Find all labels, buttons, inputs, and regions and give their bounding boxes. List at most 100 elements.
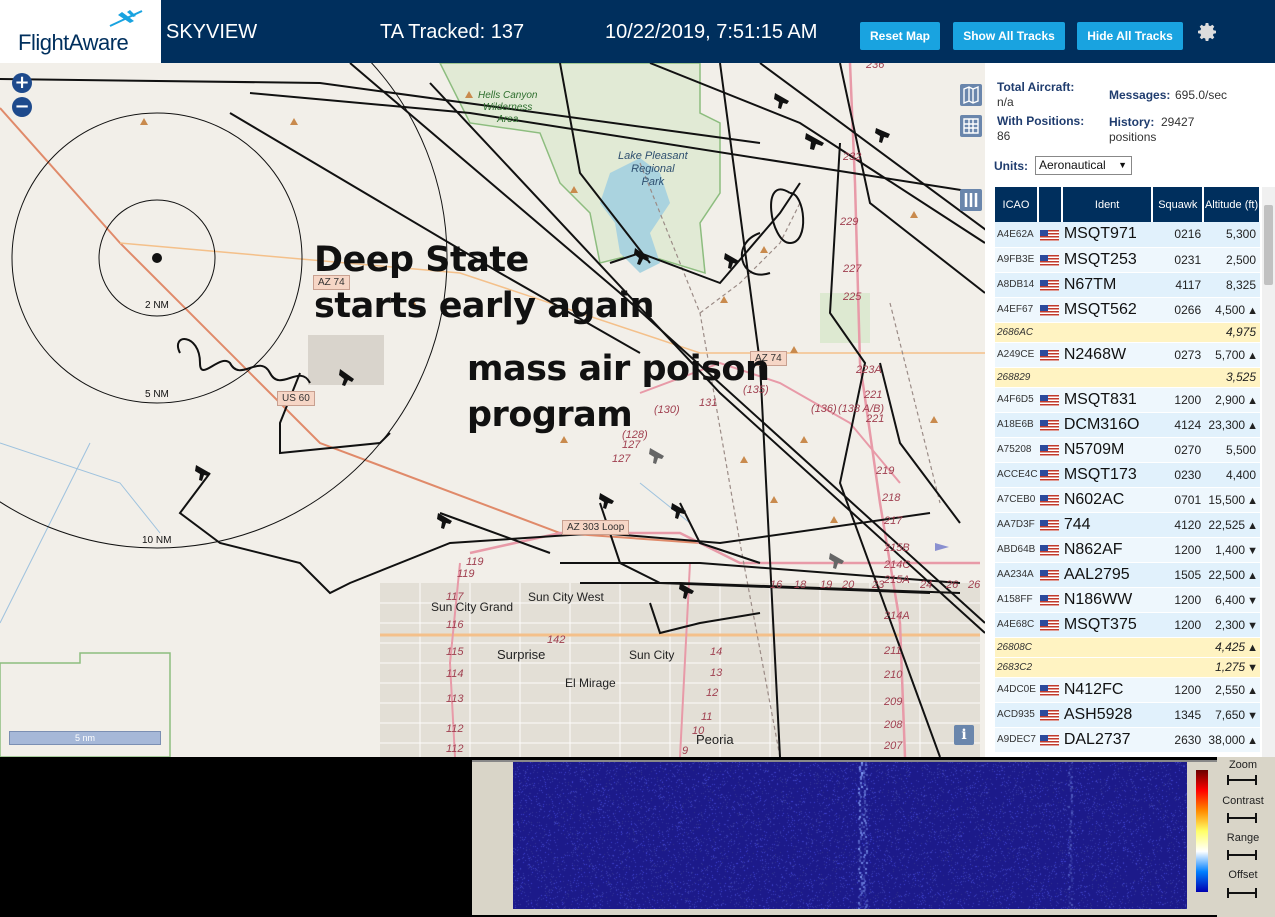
altitude-cell: 8,325: [1203, 272, 1260, 298]
ident-cell: ASH5928: [1061, 702, 1153, 728]
table-row[interactable]: ABD64B N862AF 1200 1,400 ▼: [995, 537, 1260, 563]
table-row[interactable]: A4E68C MSQT375 1200 2,300 ▼: [995, 612, 1260, 638]
place-label-hells-canyon: Hells Canyon Wilderness Area: [478, 90, 538, 125]
table-row[interactable]: A8DB14 N67TM 4117 8,325: [995, 272, 1260, 298]
flag-cell: [1037, 412, 1062, 438]
table-row[interactable]: A18E6B DCM316O 4124 23,300 ▲: [995, 412, 1260, 438]
us-flag-icon: [1040, 229, 1060, 241]
table-row[interactable]: A4F6D5 MSQT831 1200 2,900 ▲: [995, 387, 1260, 413]
history-value: 29427: [1161, 115, 1195, 129]
table-row[interactable]: 268829 3,525: [995, 367, 1260, 388]
flag-cell: [1037, 487, 1062, 513]
info-icon[interactable]: i: [954, 725, 974, 745]
icao-cell: A158FF: [995, 587, 1038, 613]
squawk-cell: 0273: [1152, 342, 1204, 368]
units-select-value: Aeronautical: [1039, 158, 1106, 172]
history-label: History:: [1109, 115, 1155, 129]
columns-icon[interactable]: [960, 189, 982, 211]
range-control-slider[interactable]: [1227, 850, 1257, 860]
route-number: 214C: [884, 559, 911, 571]
table-row[interactable]: A75208 N5709M 0270 5,500: [995, 437, 1260, 463]
map-layers-icon[interactable]: [960, 84, 982, 106]
squawk-cell: 2630: [1152, 727, 1204, 753]
altitude-value: 2,500: [1225, 252, 1256, 267]
messages-value: 695.0/sec: [1175, 88, 1228, 102]
icao-cell: 268829: [995, 367, 1038, 388]
table-row[interactable]: 2683C2 1,275 ▼: [995, 657, 1260, 678]
table-row[interactable]: A4E62A MSQT971 0216 5,300: [995, 222, 1260, 248]
altitude-value: 6,400: [1215, 592, 1246, 607]
ident-cell: N412FC: [1061, 677, 1153, 703]
icao-cell: 26808C: [995, 637, 1038, 658]
squawk-cell: [1152, 637, 1204, 658]
ident-cell: [1061, 322, 1153, 343]
units-select[interactable]: Aeronautical ▼: [1035, 156, 1132, 175]
squawk-cell: 1505: [1152, 562, 1204, 588]
place-label-sun-city-west: Sun City West: [528, 590, 604, 604]
zoom-out-button[interactable]: −: [12, 97, 32, 117]
icao-cell: 2683C2: [995, 657, 1038, 678]
zoom-control-slider[interactable]: [1227, 775, 1257, 785]
table-row[interactable]: AA7D3F 744 4120 22,525 ▲: [995, 512, 1260, 538]
map-view[interactable]: Hells Canyon Wilderness Area Lake Pleasant…: [0, 63, 985, 757]
ident-cell: N2468W: [1061, 342, 1153, 368]
range-ring-label: 10 NM: [142, 535, 172, 546]
flag-cell: [1037, 537, 1062, 563]
ident-cell: MSQT253: [1061, 247, 1153, 273]
reset-map-button[interactable]: Reset Map: [860, 22, 940, 50]
column-header-altitude[interactable]: Altitude (ft): [1203, 187, 1261, 222]
column-header-icao[interactable]: ICAO: [995, 187, 1039, 222]
column-header-ident[interactable]: Ident: [1061, 187, 1154, 222]
altitude-cell: 5,300: [1203, 222, 1260, 248]
history-unit: positions: [1109, 130, 1157, 144]
altitude-cell: 5,500: [1203, 437, 1260, 463]
column-header-flag[interactable]: [1037, 187, 1063, 222]
zoom-in-button[interactable]: +: [12, 73, 32, 93]
altitude-trend-icon: ▲: [1247, 304, 1258, 317]
table-scrollbar-thumb[interactable]: [1264, 205, 1273, 285]
ident-cell: 744: [1061, 512, 1153, 538]
table-row[interactable]: A249CE N2468W 0273 5,700 ▲: [995, 342, 1260, 368]
table-row[interactable]: A7CEB0 N602AC 0701 15,500 ▲: [995, 487, 1260, 513]
icao-cell: ABD64B: [995, 537, 1038, 563]
table-row[interactable]: A9FB3E MSQT253 0231 2,500: [995, 247, 1260, 273]
squawk-cell: 1200: [1152, 587, 1204, 613]
us-flag-icon: [1040, 494, 1060, 506]
table-row[interactable]: 26808C 4,425 ▲: [995, 637, 1260, 658]
altitude-cell: 6,400 ▼: [1203, 587, 1260, 613]
road-shield: AZ 303 Loop: [562, 520, 630, 535]
table-row[interactable]: A4DC0E N412FC 1200 2,550 ▲: [995, 677, 1260, 703]
grid-overlay-icon[interactable]: [960, 115, 982, 137]
table-row[interactable]: A9DEC7 DAL2737 2630 38,000 ▲: [995, 727, 1260, 753]
flag-cell: [1037, 612, 1062, 638]
offset-control-slider[interactable]: [1227, 888, 1257, 898]
us-flag-icon: [1040, 419, 1060, 431]
table-row[interactable]: A4EF67 MSQT562 0266 4,500 ▲: [995, 297, 1260, 323]
show-all-tracks-button[interactable]: Show All Tracks: [953, 22, 1065, 50]
waterfall-spectrum[interactable]: [513, 762, 1187, 909]
flag-cell: [1037, 657, 1062, 678]
squawk-cell: 4120: [1152, 512, 1204, 538]
altitude-trend-icon: ▼: [1247, 594, 1258, 607]
altitude-cell: 3,525: [1203, 367, 1260, 388]
column-header-squawk[interactable]: Squawk: [1152, 187, 1205, 222]
table-row[interactable]: 2686AC 4,975: [995, 322, 1260, 343]
table-row[interactable]: ACD935 ASH5928 1345 7,650 ▼: [995, 702, 1260, 728]
altitude-cell: 22,525 ▲: [1203, 512, 1260, 538]
icao-cell: A18E6B: [995, 412, 1038, 438]
table-row[interactable]: AA234A AAL2795 1505 22,500 ▲: [995, 562, 1260, 588]
road-shield: US 60: [277, 391, 315, 406]
gear-icon[interactable]: [1195, 20, 1219, 44]
ident-cell: N186WW: [1061, 587, 1153, 613]
flightaware-logo[interactable]: FlightAware: [0, 0, 161, 63]
route-number: 13: [710, 667, 723, 679]
squawk-cell: 0231: [1152, 247, 1204, 273]
table-row[interactable]: A158FF N186WW 1200 6,400 ▼: [995, 587, 1260, 613]
icao-cell: A4E62A: [995, 222, 1038, 248]
hide-all-tracks-button[interactable]: Hide All Tracks: [1077, 22, 1183, 50]
table-row[interactable]: ACCE4C MSQT173 0230 4,400: [995, 462, 1260, 488]
app-name: SKYVIEW: [166, 21, 258, 43]
contrast-control-slider[interactable]: [1227, 813, 1257, 823]
icao-cell: AA234A: [995, 562, 1038, 588]
route-number: 114: [446, 668, 464, 680]
